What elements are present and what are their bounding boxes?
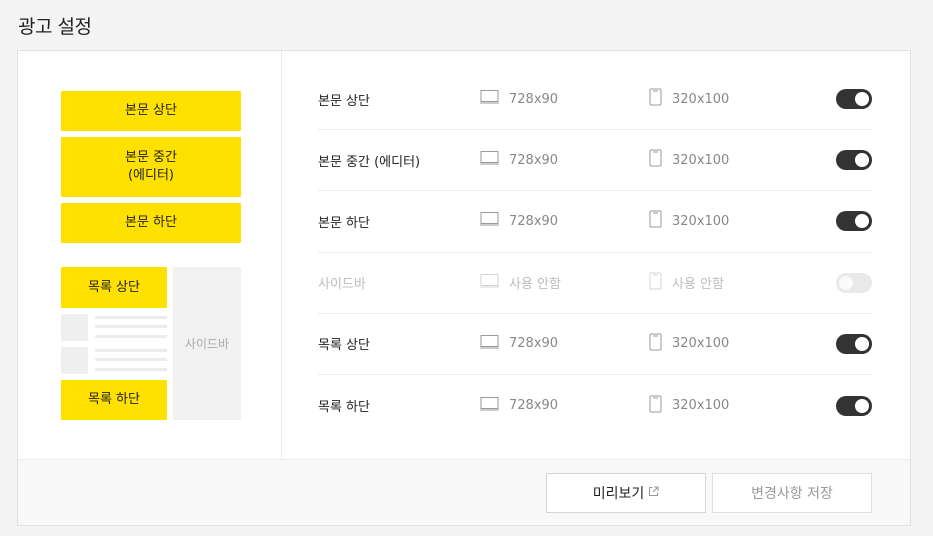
monitor-icon (480, 396, 499, 415)
preview-body-top[interactable]: 본문 상단 (61, 91, 241, 131)
phone-icon (649, 333, 662, 355)
ad-slot-row: 목록 상단 728x90 320x100 (318, 314, 872, 375)
monitor-icon (480, 212, 499, 231)
toggle-knob (855, 153, 869, 168)
footer-bar: 미리보기 변경사항 저장 (18, 459, 910, 525)
mobile-ad-size: 320x100 (672, 152, 730, 168)
ad-settings-card: 본문 상단 본문 중간 (에디터) 본문 하단 목록 상단 목록 하단 사이드바… (17, 50, 911, 526)
ad-slot-toggle[interactable] (836, 89, 872, 110)
toggle-knob (855, 336, 869, 351)
ad-slot-row: 본문 하단 728x90 320x100 (318, 191, 872, 253)
preview-button-label: 미리보기 (592, 486, 645, 502)
preview-list-bottom-label: 목록 하단 (88, 392, 140, 407)
monitor-icon (480, 273, 499, 292)
list-line (95, 335, 167, 338)
ad-slot-label: 본문 하단 (318, 215, 370, 231)
page-title: 광고 설정 (18, 16, 92, 38)
mobile-ad-size: 320x100 (672, 213, 730, 229)
external-link-icon (648, 485, 659, 501)
list-thumbnail (61, 314, 88, 341)
phone-icon (649, 395, 662, 417)
ad-slot-toggle[interactable] (836, 333, 872, 354)
mobile-ad-size: 320x100 (672, 91, 730, 107)
preview-list-top[interactable]: 목록 상단 (61, 267, 167, 308)
list-line (95, 358, 167, 361)
phone-icon (649, 272, 662, 294)
list-line (95, 325, 167, 328)
list-thumbnail (61, 347, 88, 374)
ad-slot-row: 본문 중간 (에디터) 728x90 320x100 (318, 130, 872, 192)
pc-ad-size: 사용 안함 (509, 277, 561, 293)
ad-slot-row: 사이드바 사용 안함 사용 안함 (318, 253, 872, 314)
ad-slot-label: 본문 상단 (318, 93, 370, 109)
monitor-icon (480, 334, 499, 353)
ad-slot-list: 본문 상단 728x90 320x100 본문 중간 (에디터) 728x90 … (318, 69, 872, 436)
mobile-ad-size: 320x100 (672, 398, 730, 414)
pc-ad-size: 728x90 (509, 152, 559, 168)
preview-body-middle-sublabel: (에디터) (127, 168, 175, 183)
preview-body-top-label: 본문 상단 (125, 103, 177, 118)
pc-ad-size: 728x90 (509, 91, 559, 107)
toggle-knob (855, 92, 869, 107)
preview-body-bottom-label: 본문 하단 (125, 215, 177, 230)
pc-ad-size: 728x90 (509, 213, 559, 229)
phone-icon (649, 149, 662, 171)
ad-slot-toggle[interactable] (836, 150, 872, 171)
save-changes-button[interactable]: 변경사항 저장 (712, 473, 872, 513)
toggle-knob (839, 275, 853, 290)
layout-preview: 본문 상단 본문 중간 (에디터) 본문 하단 목록 상단 목록 하단 사이드바 (18, 51, 282, 459)
monitor-icon (480, 151, 499, 170)
preview-list-bottom[interactable]: 목록 하단 (61, 380, 167, 420)
ad-slot-toggle[interactable] (836, 211, 872, 232)
ad-slot-row: 목록 하단 728x90 320x100 (318, 375, 872, 436)
pc-ad-size: 728x90 (509, 398, 559, 414)
preview-sidebar: 사이드바 (173, 267, 241, 420)
phone-icon (649, 210, 662, 232)
preview-button[interactable]: 미리보기 (546, 473, 706, 513)
ad-slot-label: 사이드바 (318, 277, 366, 293)
toggle-knob (855, 214, 869, 229)
list-line (95, 368, 167, 371)
ad-slot-toggle[interactable] (836, 272, 872, 293)
toggle-knob (855, 398, 869, 413)
mobile-ad-size: 사용 안함 (672, 277, 724, 293)
preview-list-top-label: 목록 상단 (88, 279, 140, 295)
ad-slot-label: 목록 하단 (318, 400, 370, 416)
list-line (95, 349, 167, 352)
pc-ad-size: 728x90 (509, 336, 559, 352)
ad-slot-label: 본문 중간 (에디터) (318, 154, 421, 170)
ad-slot-toggle[interactable] (836, 395, 872, 416)
list-line (95, 316, 167, 319)
preview-body-middle[interactable]: 본문 중간 (에디터) (61, 137, 241, 197)
monitor-icon (480, 90, 499, 109)
mobile-ad-size: 320x100 (672, 336, 730, 352)
preview-body-bottom[interactable]: 본문 하단 (61, 203, 241, 243)
preview-body-middle-label: 본문 중간 (125, 150, 177, 165)
preview-sidebar-label: 사이드바 (184, 337, 230, 351)
phone-icon (649, 88, 662, 110)
ad-slot-label: 목록 상단 (318, 338, 370, 354)
ad-slot-row: 본문 상단 728x90 320x100 (318, 69, 872, 131)
